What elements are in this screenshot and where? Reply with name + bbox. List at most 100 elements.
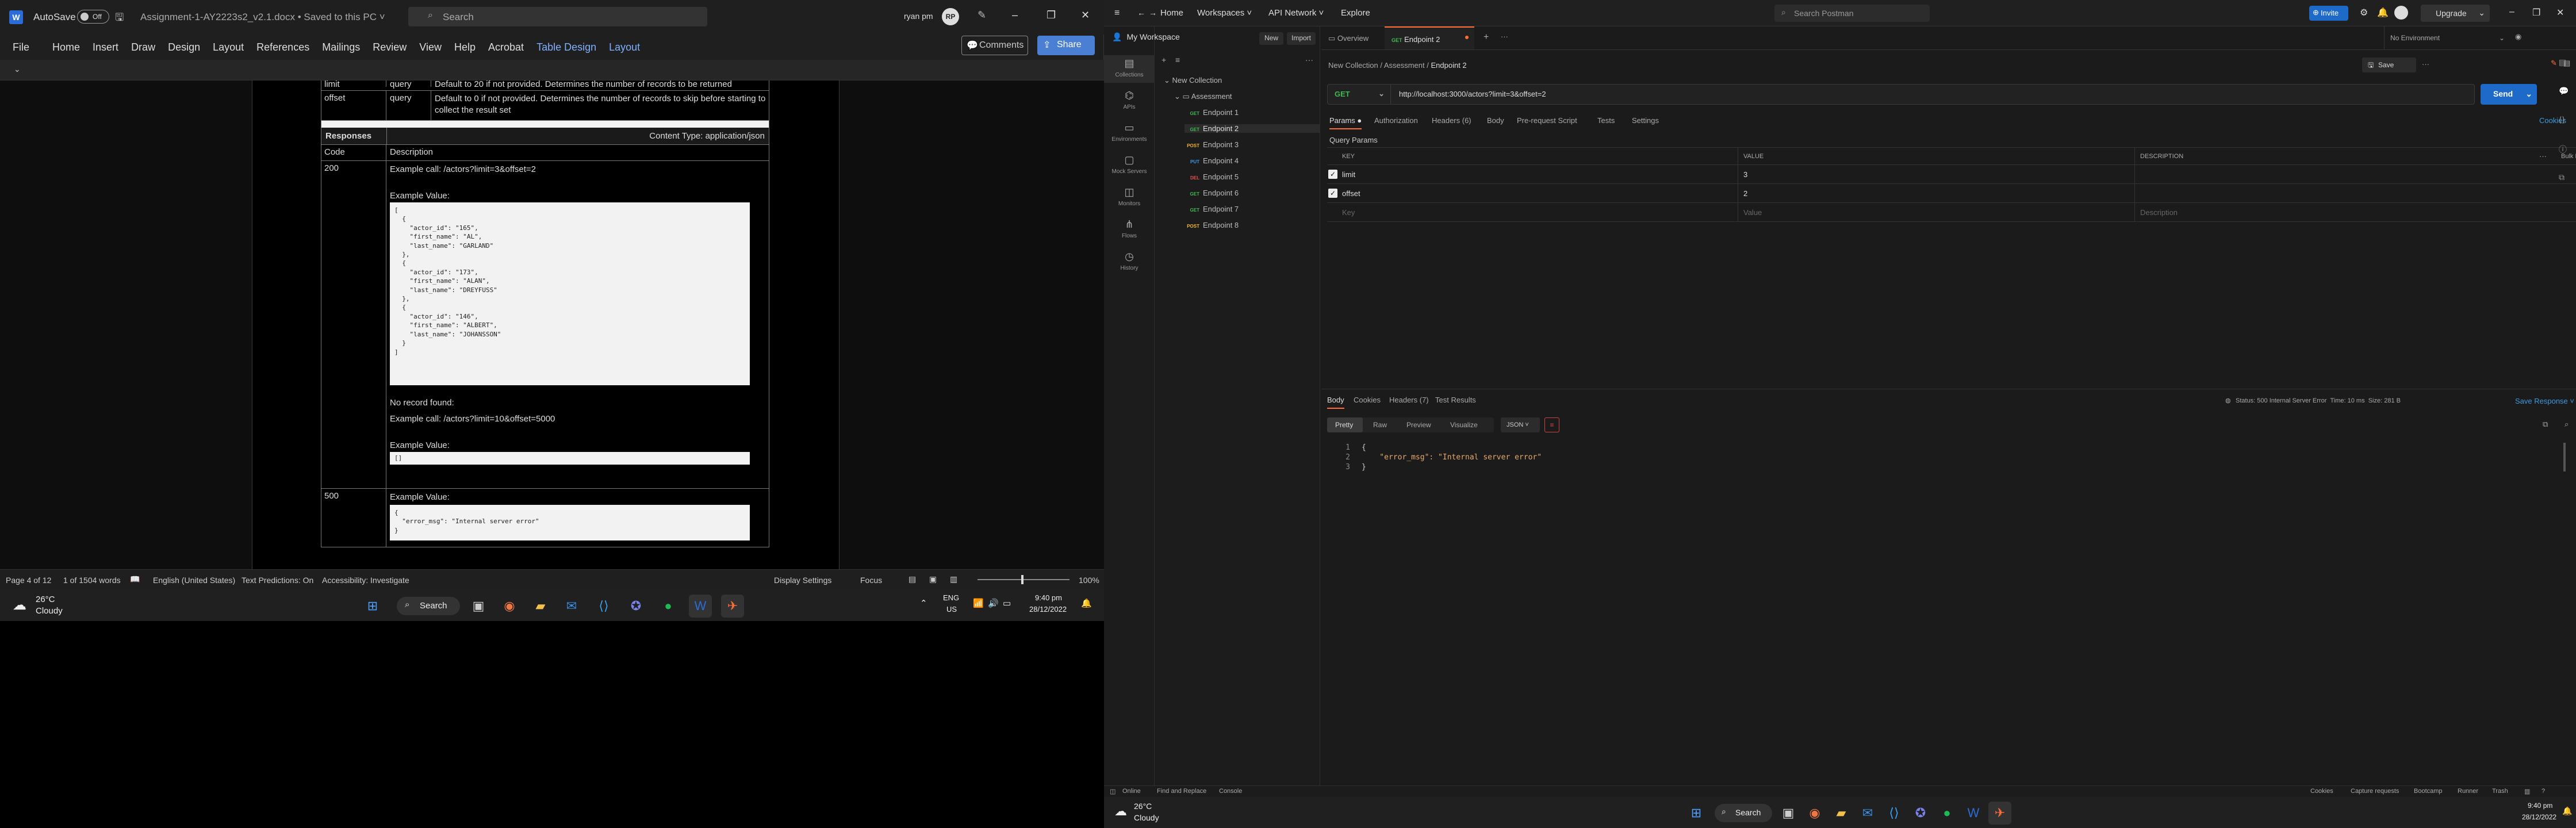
avatar[interactable]: RP	[942, 8, 959, 25]
notification-icon[interactable]: 🔔	[2562, 806, 2572, 816]
crumb-request[interactable]: Endpoint 2	[1431, 61, 1466, 70]
description-placeholder[interactable]: Description	[2140, 208, 2178, 217]
menu-icon[interactable]: ≡	[1114, 8, 1120, 18]
battery-icon[interactable]: ▭	[1003, 598, 1011, 608]
menu-home[interactable]: Home	[52, 41, 80, 53]
clock-time[interactable]: 9:40 pm	[2528, 802, 2552, 810]
status-code[interactable]: 500	[321, 489, 386, 547]
footer-cookies[interactable]: Cookies	[2310, 788, 2333, 795]
tab-overview[interactable]: ▭ Overview	[1328, 26, 1368, 49]
save-icon[interactable]: 🖫	[115, 10, 124, 28]
print-layout-icon[interactable]: ▣	[929, 574, 937, 584]
add-collection-icon[interactable]: +	[1162, 55, 1166, 64]
proofing-icon[interactable]: 📖	[130, 574, 140, 584]
wrap-lines-icon[interactable]: ≡	[1544, 417, 1559, 432]
autosave-toggle[interactable]: Off	[77, 10, 109, 24]
view-raw[interactable]: Raw	[1373, 421, 1387, 429]
outlook-icon[interactable]: ✉	[560, 595, 583, 618]
tab-overflow-icon[interactable]: ···	[1501, 26, 1508, 49]
search-icon[interactable]: ⌕	[2564, 420, 2569, 429]
more-icon[interactable]: ···	[1305, 55, 1313, 64]
send-button[interactable]: Send ⌄	[2481, 84, 2537, 105]
endpoint-item[interactable]: PUT Endpoint 4	[1184, 156, 1239, 165]
menu-references[interactable]: References	[256, 41, 309, 53]
share-button[interactable]: ⇪ Share	[1037, 36, 1095, 55]
zoom-slider[interactable]	[977, 575, 1070, 584]
ribbon-expand-icon[interactable]: ⌄	[14, 64, 21, 74]
profile-avatar[interactable]	[2394, 6, 2408, 20]
doc-title[interactable]: Assignment-1-AY2223s2_v2.1.docx • Saved …	[140, 12, 385, 23]
teams-icon[interactable]: ✪	[1909, 802, 1932, 825]
example-json[interactable]: [ { "actor_id": "165", "first_name": "AL…	[390, 202, 750, 385]
menu-acrobat[interactable]: Acrobat	[488, 41, 524, 53]
rail-apis[interactable]: ⌬ APIs	[1104, 90, 1155, 110]
clock-date[interactable]: 28/12/2022	[1029, 605, 1067, 614]
new-tab-icon[interactable]: +	[1483, 26, 1489, 49]
postman-taskbar-icon[interactable]: ✈	[721, 595, 744, 618]
wifi-icon[interactable]: 📶	[973, 598, 984, 608]
zoom-level[interactable]: 100%	[1079, 576, 1099, 585]
endpoint-item[interactable]: GET Endpoint 7	[1184, 205, 1239, 213]
key-placeholder[interactable]: Key	[1342, 208, 1355, 217]
word-search-input[interactable]: ⌕ Search	[408, 7, 707, 26]
menu-design[interactable]: Design	[168, 41, 200, 53]
more-icon[interactable]: ···	[2422, 60, 2429, 68]
nav-explore[interactable]: Explore	[1341, 8, 1370, 18]
word-count[interactable]: 1 of 1504 words	[63, 576, 121, 585]
param-desc[interactable]: Default to 0 if not provided. Determines…	[431, 91, 769, 120]
bell-icon[interactable]: 🔔	[2377, 7, 2389, 18]
rail-history[interactable]: ◷ History	[1104, 251, 1155, 271]
read-mode-icon[interactable]: ▤	[908, 574, 916, 584]
resp-tab-test-results[interactable]: Test Results	[1435, 396, 1476, 404]
param-value[interactable]: 3	[1743, 170, 1747, 179]
clock-time[interactable]: 9:40 pm	[1035, 593, 1062, 602]
globe-icon[interactable]: ◍	[2225, 397, 2231, 404]
view-visualize[interactable]: Visualize	[1450, 421, 1478, 429]
resp-tab-headers[interactable]: Headers (7)	[1389, 396, 1429, 404]
menu-table-design[interactable]: Table Design	[536, 41, 596, 53]
nav-api-network[interactable]: API Network ˅	[1268, 8, 1324, 18]
error-json[interactable]: { "error_msg": "Internal server error" }	[390, 505, 750, 540]
related-icon[interactable]: ⧉	[2559, 172, 2564, 182]
col-code[interactable]: Code	[321, 145, 386, 160]
tab-params[interactable]: Params ●	[1329, 116, 1362, 129]
response-status[interactable]: Status: 500 Internal Server Error Time: …	[2236, 397, 2401, 404]
param-desc[interactable]: Default to 20 if not provided. Determine…	[431, 80, 769, 89]
tab-headers[interactable]: Headers (6)	[1432, 116, 1471, 125]
task-view-icon[interactable]: ▣	[1777, 802, 1800, 825]
teams-icon[interactable]: ✪	[624, 595, 647, 618]
language[interactable]: English (United States)	[153, 576, 235, 585]
url-input[interactable]: http://localhost:3000/actors?limit=3&off…	[1399, 90, 1546, 98]
view-preview[interactable]: Preview	[1406, 421, 1431, 429]
resp-tab-body[interactable]: Body	[1327, 396, 1344, 409]
menu-table-layout[interactable]: Layout	[609, 41, 640, 53]
start-icon[interactable]: ⊞	[1685, 802, 1708, 825]
example-value-label[interactable]: Example Value:	[390, 492, 450, 502]
focus-mode[interactable]: Focus	[860, 576, 882, 585]
empty-json[interactable]: []	[390, 452, 750, 465]
footer-find-replace[interactable]: Find and Replace	[1157, 788, 1206, 795]
maximize-icon[interactable]: ❐	[2532, 7, 2540, 18]
tab-settings[interactable]: Settings	[1632, 116, 1659, 125]
notification-icon[interactable]: 🔔	[1081, 598, 1092, 608]
chrome-icon[interactable]: ◉	[1803, 802, 1826, 825]
value-placeholder[interactable]: Value	[1743, 208, 1762, 217]
spotify-icon[interactable]: ●	[657, 595, 680, 618]
format-select[interactable]: JSON ˅	[1501, 417, 1540, 432]
menu-mailings[interactable]: Mailings	[322, 41, 360, 53]
param-type[interactable]: query	[386, 91, 431, 120]
word-taskbar-icon[interactable]: W	[1962, 802, 1985, 825]
status-code[interactable]: 200	[321, 161, 386, 488]
menu-file[interactable]: File	[13, 41, 29, 53]
rail-environments[interactable]: ▭ Environments	[1104, 122, 1155, 143]
crumb-collection[interactable]: New Collection	[1328, 61, 1378, 70]
collection-item[interactable]: ⌄ New Collection	[1164, 76, 1222, 85]
environment-select[interactable]: No Environment ⌄	[2384, 26, 2510, 49]
param-name[interactable]: offset	[321, 91, 386, 120]
tab-pre-request-script[interactable]: Pre-request Script	[1517, 116, 1577, 125]
minimize-icon[interactable]: –	[1012, 9, 1018, 21]
new-button[interactable]: New	[1259, 32, 1283, 45]
task-view-icon[interactable]: ▣	[467, 595, 490, 618]
page-count[interactable]: Page 4 of 12	[6, 576, 51, 585]
more-icon[interactable]: ···	[2539, 152, 2547, 160]
